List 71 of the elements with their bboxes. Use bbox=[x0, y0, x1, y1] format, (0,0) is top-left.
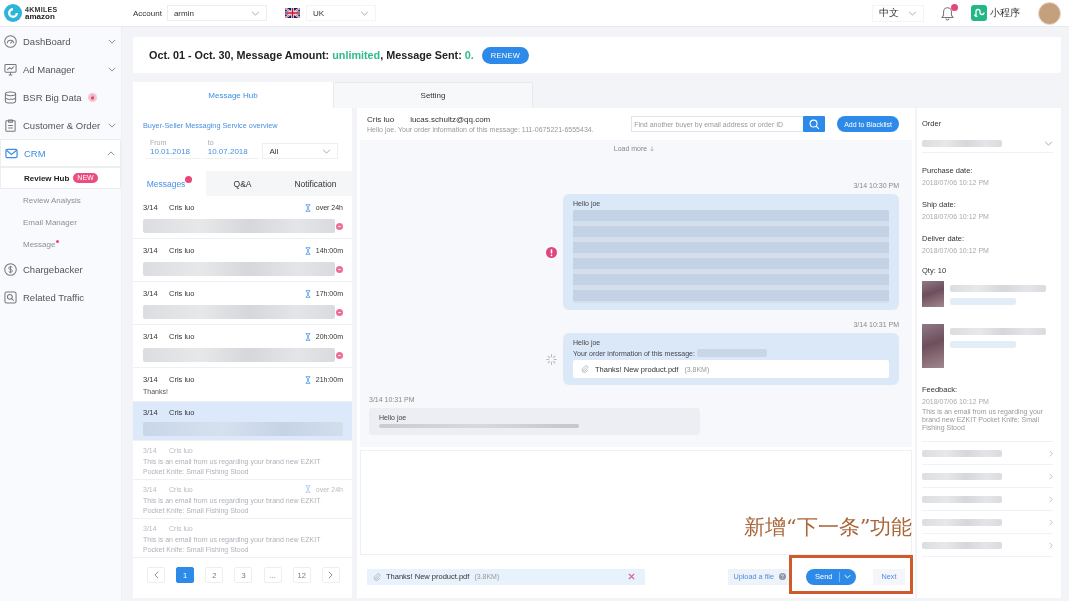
tab[interactable]: Message Hub bbox=[133, 82, 333, 108]
blurred-text bbox=[950, 341, 1016, 348]
logo-subtitle: amazon bbox=[25, 12, 55, 21]
chevron-right-icon bbox=[1049, 449, 1053, 457]
photo-placeholder bbox=[922, 324, 944, 368]
account-dropdown[interactable]: armin bbox=[166, 5, 267, 21]
envelope-icon bbox=[5, 146, 18, 160]
close-icon[interactable] bbox=[628, 573, 635, 580]
sidebar-item[interactable]: CRM bbox=[0, 139, 121, 167]
sidebar-subitem[interactable]: Review Analysis bbox=[0, 189, 121, 211]
flag-icon bbox=[284, 8, 300, 18]
annotation-text: 新增“下一条”功能 bbox=[744, 514, 913, 541]
chevron-right-icon bbox=[1049, 495, 1053, 503]
mini-program-label[interactable]: 小程序 bbox=[990, 6, 1020, 20]
hourglass-icon bbox=[304, 375, 311, 384]
dollar-coin-icon bbox=[4, 262, 17, 276]
chevron-right-icon bbox=[1049, 472, 1053, 480]
database-icon bbox=[4, 90, 17, 104]
contact-email: lucas.schultz@qq.com bbox=[410, 115, 491, 124]
hourglass-icon bbox=[304, 246, 311, 255]
hourglass-icon bbox=[304, 203, 311, 212]
swirl-logo-icon bbox=[4, 4, 22, 22]
arrow-down-icon bbox=[650, 145, 655, 152]
hourglass-icon bbox=[304, 485, 311, 493]
chevron-down-icon bbox=[250, 10, 260, 16]
clipboard-icon bbox=[4, 118, 17, 132]
sidebar-item[interactable]: Ad Manager bbox=[0, 55, 121, 83]
tab[interactable]: Notification bbox=[279, 171, 352, 196]
photo-placeholder bbox=[922, 281, 944, 307]
chevron-right-icon bbox=[1049, 518, 1053, 526]
sidebar-item[interactable]: Chargebacker bbox=[0, 255, 121, 283]
error-icon[interactable] bbox=[546, 246, 557, 258]
tab[interactable]: Q&A bbox=[206, 171, 279, 196]
reply-text-field[interactable] bbox=[360, 450, 912, 555]
blurred-text bbox=[950, 298, 1016, 305]
sidebar-item[interactable]: Related Traffic bbox=[0, 283, 121, 311]
monitor-icon bbox=[4, 62, 17, 76]
sidebar-item[interactable]: Customer & Order bbox=[0, 111, 121, 139]
chevron-down-icon bbox=[908, 10, 917, 16]
search-icon bbox=[808, 118, 820, 130]
sidebar-item[interactable]: DashBoard bbox=[0, 27, 121, 55]
sidebar-subitem[interactable]: Message bbox=[0, 233, 121, 255]
search-square-icon bbox=[4, 290, 17, 304]
contact-name: Cris luo bbox=[367, 115, 395, 124]
chevron-down-icon bbox=[359, 10, 369, 16]
help-icon bbox=[779, 573, 786, 580]
avatar[interactable] bbox=[1038, 1, 1061, 25]
bell-icon[interactable] bbox=[940, 5, 955, 21]
chevron-right-icon bbox=[1049, 541, 1053, 549]
tab[interactable]: Setting bbox=[333, 82, 533, 108]
chevron-down-icon bbox=[322, 148, 331, 154]
hourglass-icon bbox=[304, 289, 311, 298]
chevron-right-icon bbox=[328, 571, 334, 579]
paperclip-icon bbox=[581, 365, 589, 373]
paperclip-icon bbox=[373, 572, 381, 581]
previous-page-button[interactable] bbox=[147, 567, 165, 583]
status-filter-dropdown[interactable]: All bbox=[262, 143, 338, 159]
mini-program-icon[interactable] bbox=[971, 5, 987, 21]
sidebar-subitem[interactable]: Email Manager bbox=[0, 211, 121, 233]
search-button[interactable] bbox=[803, 116, 826, 132]
chevron-down-icon bbox=[844, 574, 851, 579]
chevron-down-icon bbox=[1044, 141, 1053, 146]
gauge-icon bbox=[4, 34, 17, 48]
chevron-left-icon bbox=[153, 571, 159, 579]
language-dropdown[interactable]: 中文 bbox=[872, 4, 924, 22]
usage-summary: Oct. 01 - Oct. 30, Message Amount: unlimited, Message Sent: 0. bbox=[149, 49, 474, 61]
hourglass-icon bbox=[304, 332, 311, 341]
sidebar-item[interactable]: BSR Big Data bbox=[0, 83, 121, 111]
account-label: Account bbox=[133, 8, 162, 18]
next-page-button[interactable] bbox=[321, 567, 340, 583]
region-dropdown[interactable]: UK bbox=[305, 5, 376, 21]
